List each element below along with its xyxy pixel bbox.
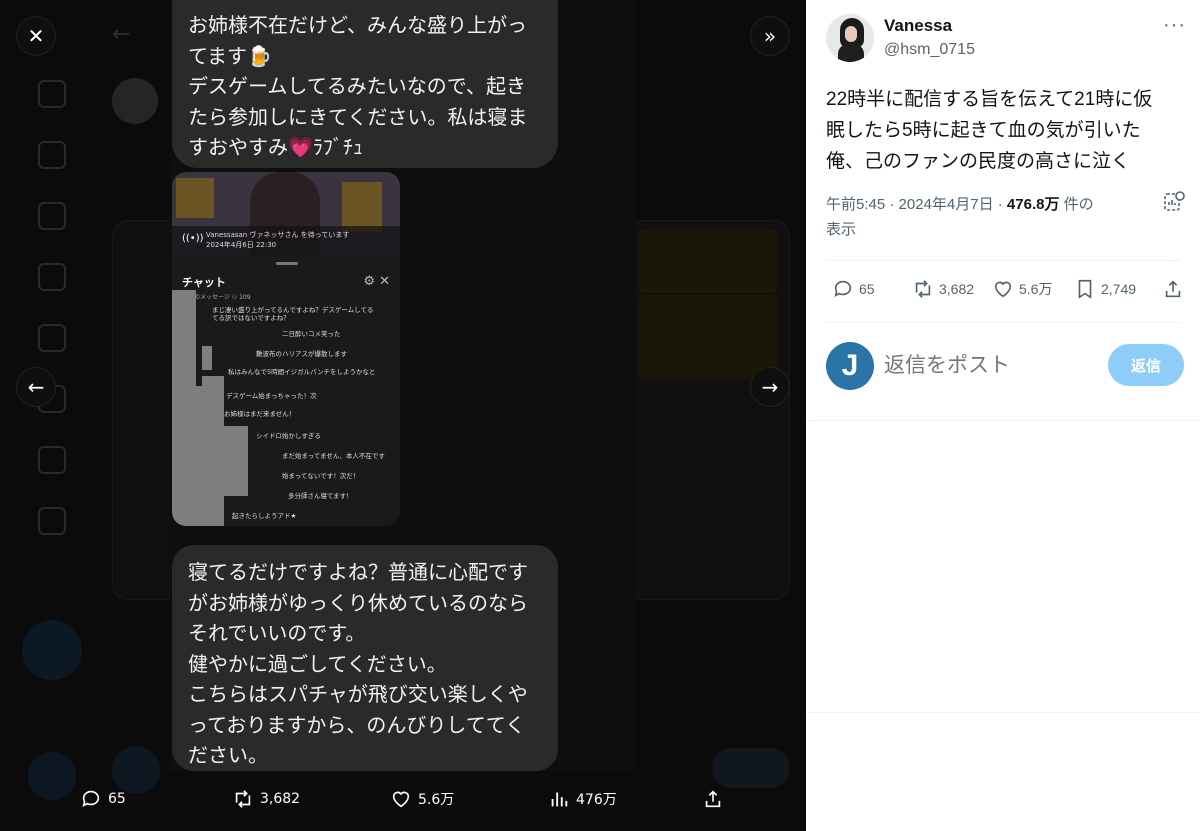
more-options-icon[interactable]: ··· <box>1163 14 1186 37</box>
viewer-retweet-button[interactable]: 3,682 <box>232 788 300 810</box>
bookmark-button[interactable]: 2,749 <box>1074 278 1136 300</box>
share-button[interactable] <box>1162 278 1184 300</box>
chat-message: お姉様はまだ来ません！ <box>224 410 296 418</box>
user-avatar[interactable]: J <box>826 342 874 390</box>
heart-icon <box>392 791 410 808</box>
views-label: 件の <box>1059 196 1094 213</box>
like-button[interactable]: 5.6万 <box>992 278 1052 300</box>
media-image: お姉様不在だけど、みんな盛り上がっ てます🍺 デスゲームしてるみたいなので、起き… <box>170 0 636 772</box>
redaction <box>202 376 224 392</box>
chat-message: 多分師さん寝てます！ <box>288 492 353 500</box>
reply-button[interactable]: 65 <box>832 278 875 300</box>
reply-composer: J 返信 <box>826 340 1184 390</box>
reply-icon <box>82 790 100 807</box>
redaction <box>202 346 212 370</box>
chat-message: デスゲーム始まっちゃった！次 <box>226 392 317 400</box>
divider <box>806 420 1200 421</box>
reply-icon <box>834 280 852 297</box>
divider <box>826 260 1180 261</box>
message-bubble-bottom: 寝てるだけですよね？普通に心配です がお姉様がゆっくり休めているのなら それでい… <box>172 545 558 771</box>
share-icon <box>1165 280 1181 298</box>
chat-subtitle: 上位のメッセージ ⚇ 109 <box>182 294 251 301</box>
avatar[interactable] <box>826 14 874 62</box>
divider <box>806 712 1200 713</box>
live-date: 2024年4月6日 22:30 <box>206 241 277 249</box>
chat-message: まだ始まってません、本人不在です <box>282 452 385 460</box>
share-icon <box>705 790 721 808</box>
author-name[interactable]: Vanessa <box>884 16 952 36</box>
tweet-actions: 65 3,682 5.6万 2,749 <box>826 278 1186 308</box>
views-label-2: 表示 <box>826 221 857 238</box>
analytics-icon[interactable] <box>1162 190 1186 214</box>
prev-icon[interactable]: ← <box>16 367 56 407</box>
chat-message: 二日酔いコメ笑った <box>282 330 341 338</box>
viewer-views-button[interactable]: 476万 <box>548 788 617 810</box>
viewer-reply-button[interactable]: 65 <box>80 788 126 810</box>
like-count: 5.6万 <box>1019 281 1053 297</box>
heart-icon <box>994 281 1012 298</box>
drag-handle <box>276 262 298 265</box>
views-count: 476.8万 <box>1006 196 1060 213</box>
tweet-meta: 午前5:45 · 2024年4月7日 · 476.8万 件の 表示 <box>826 192 1146 242</box>
chat-message: 始まってないです！次だ！ <box>282 472 360 480</box>
chat-close-icon: ⚙ ✕ <box>363 274 390 289</box>
reply-submit-button[interactable]: 返信 <box>1108 344 1184 386</box>
live-text: Vanessasan ヴァネッサさん を待っています <box>206 231 350 239</box>
live-icon: ((•)) <box>182 233 204 244</box>
retweet-icon <box>235 790 251 808</box>
bookmark-count: 2,749 <box>1101 281 1137 297</box>
tweet-timestamp[interactable]: 午前5:45 · 2024年4月7日 · <box>826 196 1007 213</box>
chat-message: 起きたらしようアド★ <box>232 512 297 520</box>
author-handle[interactable]: @hsm_0715 <box>884 41 975 59</box>
viewer-views-count: 476万 <box>576 792 617 808</box>
viewer-share-button[interactable] <box>702 788 724 810</box>
reply-input[interactable] <box>884 348 1074 382</box>
background-nav <box>22 20 82 568</box>
viewer-reply-count: 65 <box>108 791 126 807</box>
views-icon <box>551 792 568 807</box>
retweet-count: 3,682 <box>939 281 975 297</box>
chat-message: 私はみんなで5時間イジガルパンチをしようかなと <box>228 368 376 376</box>
retweet-button[interactable]: 3,682 <box>912 278 974 300</box>
viewer-like-button[interactable]: 5.6万 <box>390 788 454 810</box>
chat-message: 難波布のハリアスが爆散します <box>256 350 347 358</box>
viewer-retweet-count: 3,682 <box>260 791 301 807</box>
forward-icon[interactable]: » <box>750 16 790 56</box>
chat-message: てる訳ではないですよね？ <box>212 314 290 322</box>
retweet-icon <box>915 280 931 298</box>
chat-screenshot: ((•)) Vanessasan ヴァネッサさん を待っています 2024年4月… <box>172 172 400 526</box>
media-viewer: ← お姉様不在だけど、みんな盛り上がっ てます🍺 デスゲームしてるみたいなので、… <box>0 0 806 831</box>
message-bubble-top: お姉様不在だけど、みんな盛り上がっ てます🍺 デスゲームしてるみたいなので、起き… <box>172 0 558 168</box>
tweet-author: Vanessa @hsm_0715 ··· <box>826 14 1186 64</box>
live-banner: ((•)) Vanessasan ヴァネッサさん を待っています 2024年4月… <box>172 226 400 256</box>
chat-message: シイドロ始かしすぎる <box>256 432 321 440</box>
divider <box>826 322 1180 323</box>
tweet-text: 22時半に配信する旨を伝えて21時に仮 眠したら5時に起きて血の気が引いた 俺、… <box>826 89 1153 172</box>
bookmark-icon <box>1078 279 1092 299</box>
redaction <box>172 290 196 526</box>
chat-title: チャット <box>182 276 226 289</box>
close-icon[interactable]: ✕ <box>16 16 56 56</box>
tweet-panel: Vanessa @hsm_0715 ··· 22時半に配信する旨を伝えて21時に… <box>806 0 1200 831</box>
redaction <box>206 426 248 496</box>
next-icon[interactable]: → <box>750 367 790 407</box>
viewer-like-count: 5.6万 <box>418 792 455 808</box>
reply-count: 65 <box>859 281 875 297</box>
